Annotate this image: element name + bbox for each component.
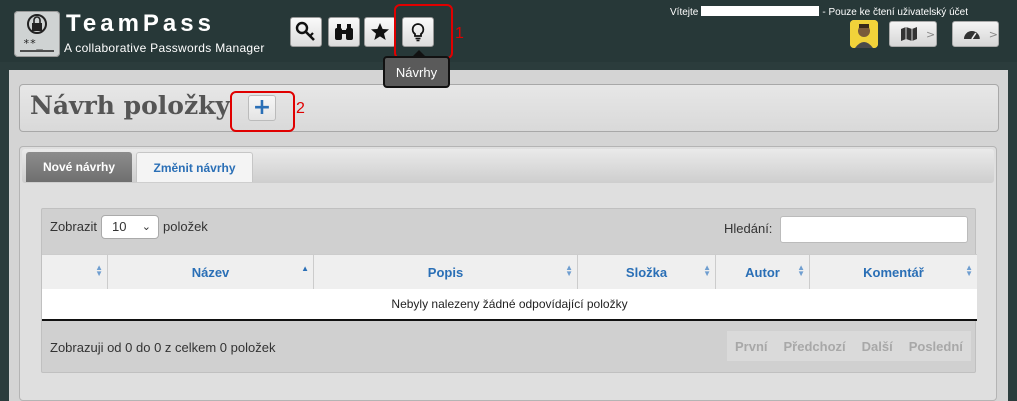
star-icon: [371, 23, 389, 40]
key-icon: [295, 21, 315, 41]
annotation-box-2: [230, 91, 295, 132]
map-menu-button[interactable]: >: [889, 21, 937, 47]
empty-message: Nebyly nalezeny žádné odpovídající polož…: [391, 297, 628, 311]
map-icon: [901, 27, 917, 41]
table-empty-row: Nebyly nalezeny žádné odpovídající polož…: [42, 289, 977, 321]
column-header-select[interactable]: ▲ ▼: [42, 255, 108, 290]
app-title: TeamPass: [66, 10, 215, 37]
pagination-last[interactable]: Poslední: [901, 331, 971, 361]
page-length-select[interactable]: 10 ⌄: [101, 215, 159, 239]
sort-icon: ▲ ▼: [797, 263, 805, 278]
column-header-folder[interactable]: Složka ▲ ▼: [578, 255, 716, 290]
sort-icon: ▲ ▼: [703, 263, 711, 278]
search-input[interactable]: [780, 216, 968, 243]
pagination: První Předchozí Další Poslední: [727, 331, 971, 361]
suggestions-tooltip: Návrhy: [383, 50, 450, 88]
sort-icon: ▲ ▼: [95, 263, 103, 278]
welcome-prefix: Vítejte: [670, 7, 699, 18]
favourites-button[interactable]: [364, 17, 396, 47]
dashboard-menu-button[interactable]: >: [952, 21, 999, 47]
table-header: ▲ ▼ Název ▲ Popis ▲ ▼ Složka ▲ ▼ Autor ▲ ▼ K…: [42, 254, 977, 291]
column-header-comment[interactable]: Komentář ▲ ▼: [810, 255, 977, 290]
sort-asc-icon: ▲: [301, 264, 309, 273]
welcome-message: Vítejte - Pouze ke čtení uživatelský účet: [670, 6, 968, 18]
chevron-right-icon: >: [988, 27, 998, 41]
chevron-down-icon: ⌄: [141, 221, 151, 233]
app-logo-icon: **_: [14, 11, 60, 57]
tab-new-suggestions[interactable]: Nové návrhy: [26, 152, 132, 182]
svg-text:**_: **_: [23, 37, 43, 50]
annotation-number-2: 2: [296, 100, 305, 117]
chevron-right-icon: >: [926, 27, 936, 41]
page-title: Návrh položky: [30, 91, 230, 120]
page-length-value: 10: [112, 219, 127, 234]
binoculars-icon: [335, 24, 353, 40]
dashboard-gauge-icon: [963, 31, 980, 40]
table-info: Zobrazuji od 0 do 0 z celkem 0 položek: [50, 340, 276, 355]
sort-icon: ▲ ▼: [965, 263, 973, 278]
column-header-author[interactable]: Autor ▲ ▼: [716, 255, 810, 290]
annotation-number-1: 1: [455, 25, 464, 42]
pagination-first[interactable]: První: [727, 331, 776, 361]
pagination-previous[interactable]: Předchozí: [776, 331, 854, 361]
page-header: Návrh položky: [19, 84, 999, 132]
username-redacted: [701, 6, 820, 16]
search-label: Hledání:: [724, 221, 773, 236]
window-edge: [1008, 62, 1017, 401]
search-binoculars-button[interactable]: [328, 17, 360, 47]
length-label: Zobrazit: [50, 219, 97, 234]
tab-change-suggestions[interactable]: Změnit návrhy: [136, 152, 253, 182]
app-subtitle: A collaborative Passwords Manager: [64, 41, 265, 55]
welcome-suffix: - Pouze ke čtení uživatelský účet: [822, 7, 968, 18]
key-button[interactable]: [290, 17, 322, 47]
column-header-description[interactable]: Popis ▲ ▼: [314, 255, 578, 290]
user-avatar[interactable]: [850, 20, 878, 48]
length-suffix: položek: [163, 219, 208, 234]
pagination-next[interactable]: Další: [854, 331, 901, 361]
sort-icon: ▲ ▼: [565, 263, 573, 278]
column-header-name[interactable]: Název ▲: [108, 255, 314, 290]
